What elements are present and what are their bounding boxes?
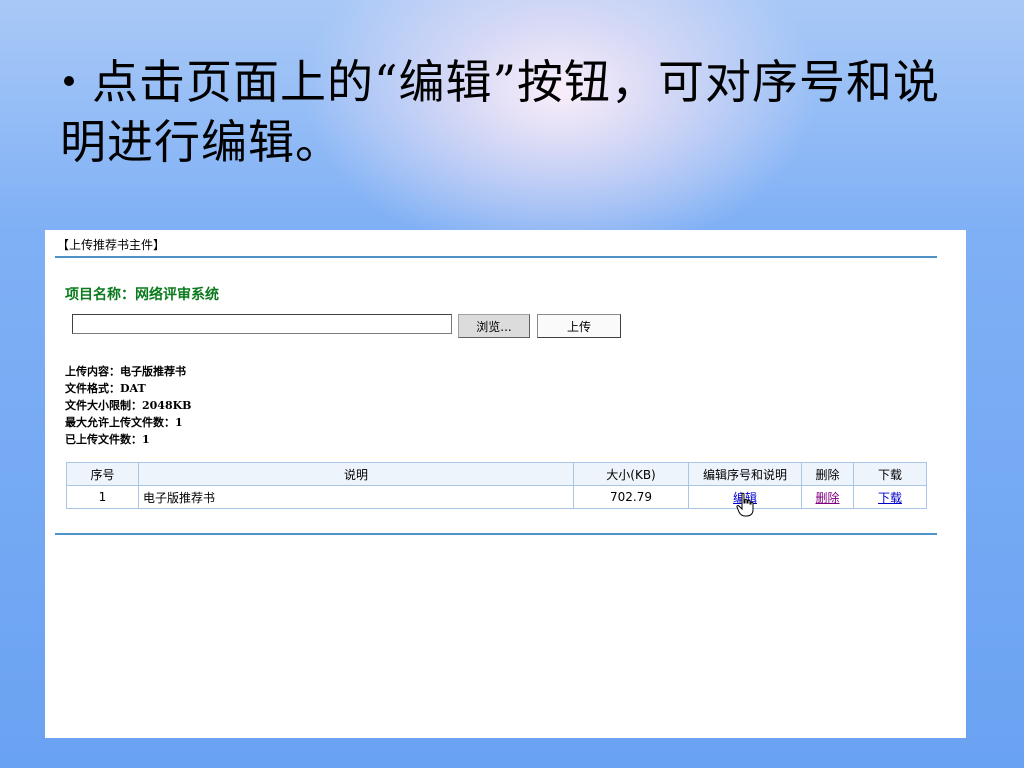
header-download: 下载 [853, 462, 927, 486]
download-link[interactable]: 下载 [878, 491, 902, 505]
header-index: 序号 [66, 462, 139, 486]
upload-button[interactable]: 上传 [537, 314, 621, 338]
top-divider [55, 256, 937, 258]
header-description: 说明 [138, 462, 574, 486]
cell-download: 下载 [853, 485, 927, 509]
table-row: 1 电子版推荐书 702.79 编辑 删除 下载 [66, 485, 927, 509]
info-max-files: 最大允许上传文件数：1 [65, 416, 183, 429]
cell-size: 702.79 [573, 485, 689, 509]
panel-title: 【上传推荐书主件】 [57, 238, 166, 252]
bullet-text: 点击页面上的“编辑”按钮，可对序号和说明进行编辑。 [60, 55, 941, 169]
slide-bullet-text: 点击页面上的“编辑”按钮，可对序号和说明进行编辑。 [60, 52, 960, 172]
table-header-row: 序号 说明 大小(KB) 编辑序号和说明 删除 下载 [66, 462, 927, 486]
header-delete: 删除 [801, 462, 854, 486]
browse-button[interactable]: 浏览... [458, 314, 530, 338]
hand-pointer-icon [736, 492, 754, 517]
upload-info: 上传内容：电子版推荐书 文件格式：DAT 文件大小限制：2048KB 最大允许上… [65, 363, 191, 448]
info-size-limit: 文件大小限制：2048KB [65, 399, 192, 412]
delete-link[interactable]: 删除 [815, 491, 839, 505]
bullet-dot [64, 76, 74, 86]
file-table: 序号 说明 大小(KB) 编辑序号和说明 删除 下载 1 电子版推荐书 702.… [66, 462, 927, 509]
cell-index: 1 [66, 485, 139, 509]
info-format: 文件格式：DAT [65, 382, 146, 395]
embedded-screenshot: 【上传推荐书主件】 项目名称：网络评审系统 浏览... 上传 上传内容：电子版推… [45, 230, 966, 738]
info-content: 上传内容：电子版推荐书 [65, 365, 186, 378]
header-size: 大小(KB) [573, 462, 689, 486]
header-edit: 编辑序号和说明 [688, 462, 802, 486]
bottom-divider [55, 533, 937, 535]
cell-description: 电子版推荐书 [138, 485, 574, 509]
cell-delete: 删除 [801, 485, 854, 509]
info-uploaded: 已上传文件数：1 [65, 433, 150, 446]
file-path-input[interactable] [72, 314, 452, 334]
project-name: 项目名称：网络评审系统 [65, 287, 219, 303]
